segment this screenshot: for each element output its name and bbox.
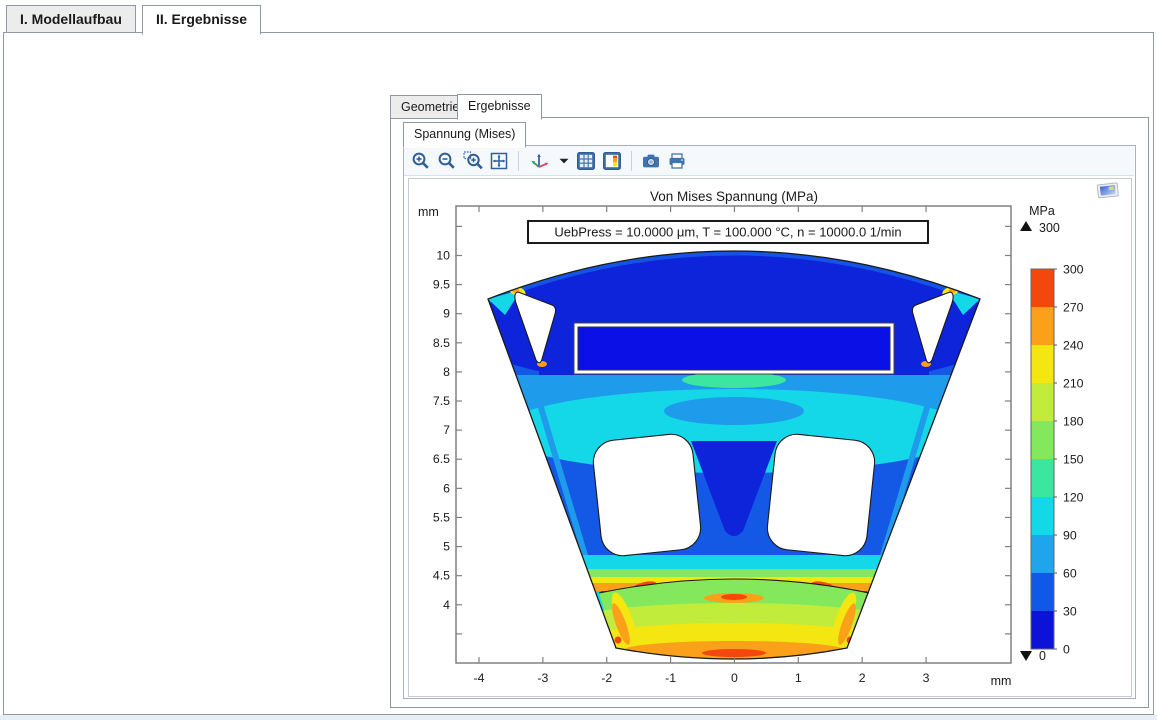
svg-text:120: 120 (1063, 491, 1084, 505)
svg-text:-4: -4 (474, 671, 485, 685)
svg-text:9: 9 (443, 307, 450, 321)
zoom-out-button[interactable] (436, 150, 458, 172)
zoom-extents-icon (489, 151, 509, 171)
svg-text:-3: -3 (537, 671, 548, 685)
svg-text:-1: -1 (665, 671, 676, 685)
colorbar: 3002702402101801501209060300 (1031, 263, 1084, 657)
svg-text:4.5: 4.5 (433, 569, 450, 583)
plot-title: Von Mises Spannung (MPa) (650, 189, 818, 204)
chevron-down-icon (559, 158, 569, 164)
svg-text:5: 5 (443, 540, 450, 554)
svg-text:8: 8 (443, 365, 450, 379)
printer-icon (667, 151, 687, 171)
zoom-box-button[interactable] (462, 150, 484, 172)
grid-icon (576, 151, 596, 171)
x-axis-unit: mm (991, 674, 1012, 688)
svg-text:30: 30 (1063, 605, 1077, 619)
stress-field (488, 251, 980, 659)
svg-text:60: 60 (1063, 567, 1077, 581)
toolbar-separator (631, 151, 632, 171)
svg-text:0: 0 (731, 671, 738, 685)
svg-text:4: 4 (443, 598, 450, 612)
svg-text:180: 180 (1063, 415, 1084, 429)
go-to-view-button[interactable] (527, 150, 553, 172)
svg-text:7: 7 (443, 423, 450, 437)
svg-text:6.5: 6.5 (433, 452, 450, 466)
svg-text:270: 270 (1063, 301, 1084, 315)
svg-text:210: 210 (1063, 377, 1084, 391)
plot-toolbar (404, 146, 1134, 176)
zoom-in-icon (411, 151, 431, 171)
colorbar-max: 300 (1039, 221, 1060, 235)
plot-canvas[interactable]: Von Mises Spannung (MPa) mm mm (408, 178, 1132, 697)
svg-text:240: 240 (1063, 339, 1084, 353)
zoom-out-icon (437, 151, 457, 171)
svg-text:-2: -2 (601, 671, 612, 685)
zoom-box-icon (463, 151, 484, 171)
svg-text:3: 3 (923, 671, 930, 685)
zoom-extents-button[interactable] (488, 150, 510, 172)
svg-text:150: 150 (1063, 453, 1084, 467)
go-to-view-dropdown[interactable] (557, 150, 571, 172)
svg-text:2: 2 (859, 671, 866, 685)
svg-text:5.5: 5.5 (433, 510, 450, 524)
camera-icon (641, 151, 661, 171)
window-bottom-strip (0, 715, 1157, 720)
colorbar-min: 0 (1039, 649, 1046, 663)
undock-plot-icon[interactable] (1097, 183, 1118, 198)
svg-text:1: 1 (795, 671, 802, 685)
show-grid-button[interactable] (575, 150, 597, 172)
min-marker-icon (1020, 651, 1032, 661)
tab-spannung-mises[interactable]: Spannung (Mises) (403, 122, 526, 148)
svg-text:8.5: 8.5 (433, 336, 450, 350)
go-to-view-icon (529, 151, 551, 171)
tab-modellaufbau[interactable]: I. Modellaufbau (6, 5, 136, 33)
y-axis-unit: mm (418, 205, 439, 219)
magnet (574, 323, 894, 374)
svg-text:0: 0 (1063, 643, 1070, 657)
svg-text:300: 300 (1063, 263, 1084, 277)
svg-text:90: 90 (1063, 529, 1077, 543)
tab-ergebnisse[interactable]: II. Ergebnisse (142, 5, 261, 35)
svg-text:10: 10 (436, 248, 450, 262)
svg-text:6: 6 (443, 481, 450, 495)
zoom-in-button[interactable] (410, 150, 432, 172)
svg-text:9.5: 9.5 (433, 278, 450, 292)
von-mises-plot: Von Mises Spannung (MPa) mm mm (409, 179, 1129, 694)
tab-ergebnisse-plot[interactable]: Ergebnisse (457, 94, 542, 120)
toolbar-separator (518, 151, 519, 171)
max-marker-icon (1020, 221, 1032, 231)
show-color-legend-button[interactable] (601, 150, 623, 172)
annotation-text: UebPress = 10.0000 μm, T = 100.000 °C, n… (554, 225, 901, 240)
image-snapshot-button[interactable] (640, 150, 662, 172)
colorbar-unit: MPa (1029, 204, 1055, 218)
print-button[interactable] (666, 150, 688, 172)
svg-text:7.5: 7.5 (433, 394, 450, 408)
color-legend-icon (602, 151, 622, 171)
